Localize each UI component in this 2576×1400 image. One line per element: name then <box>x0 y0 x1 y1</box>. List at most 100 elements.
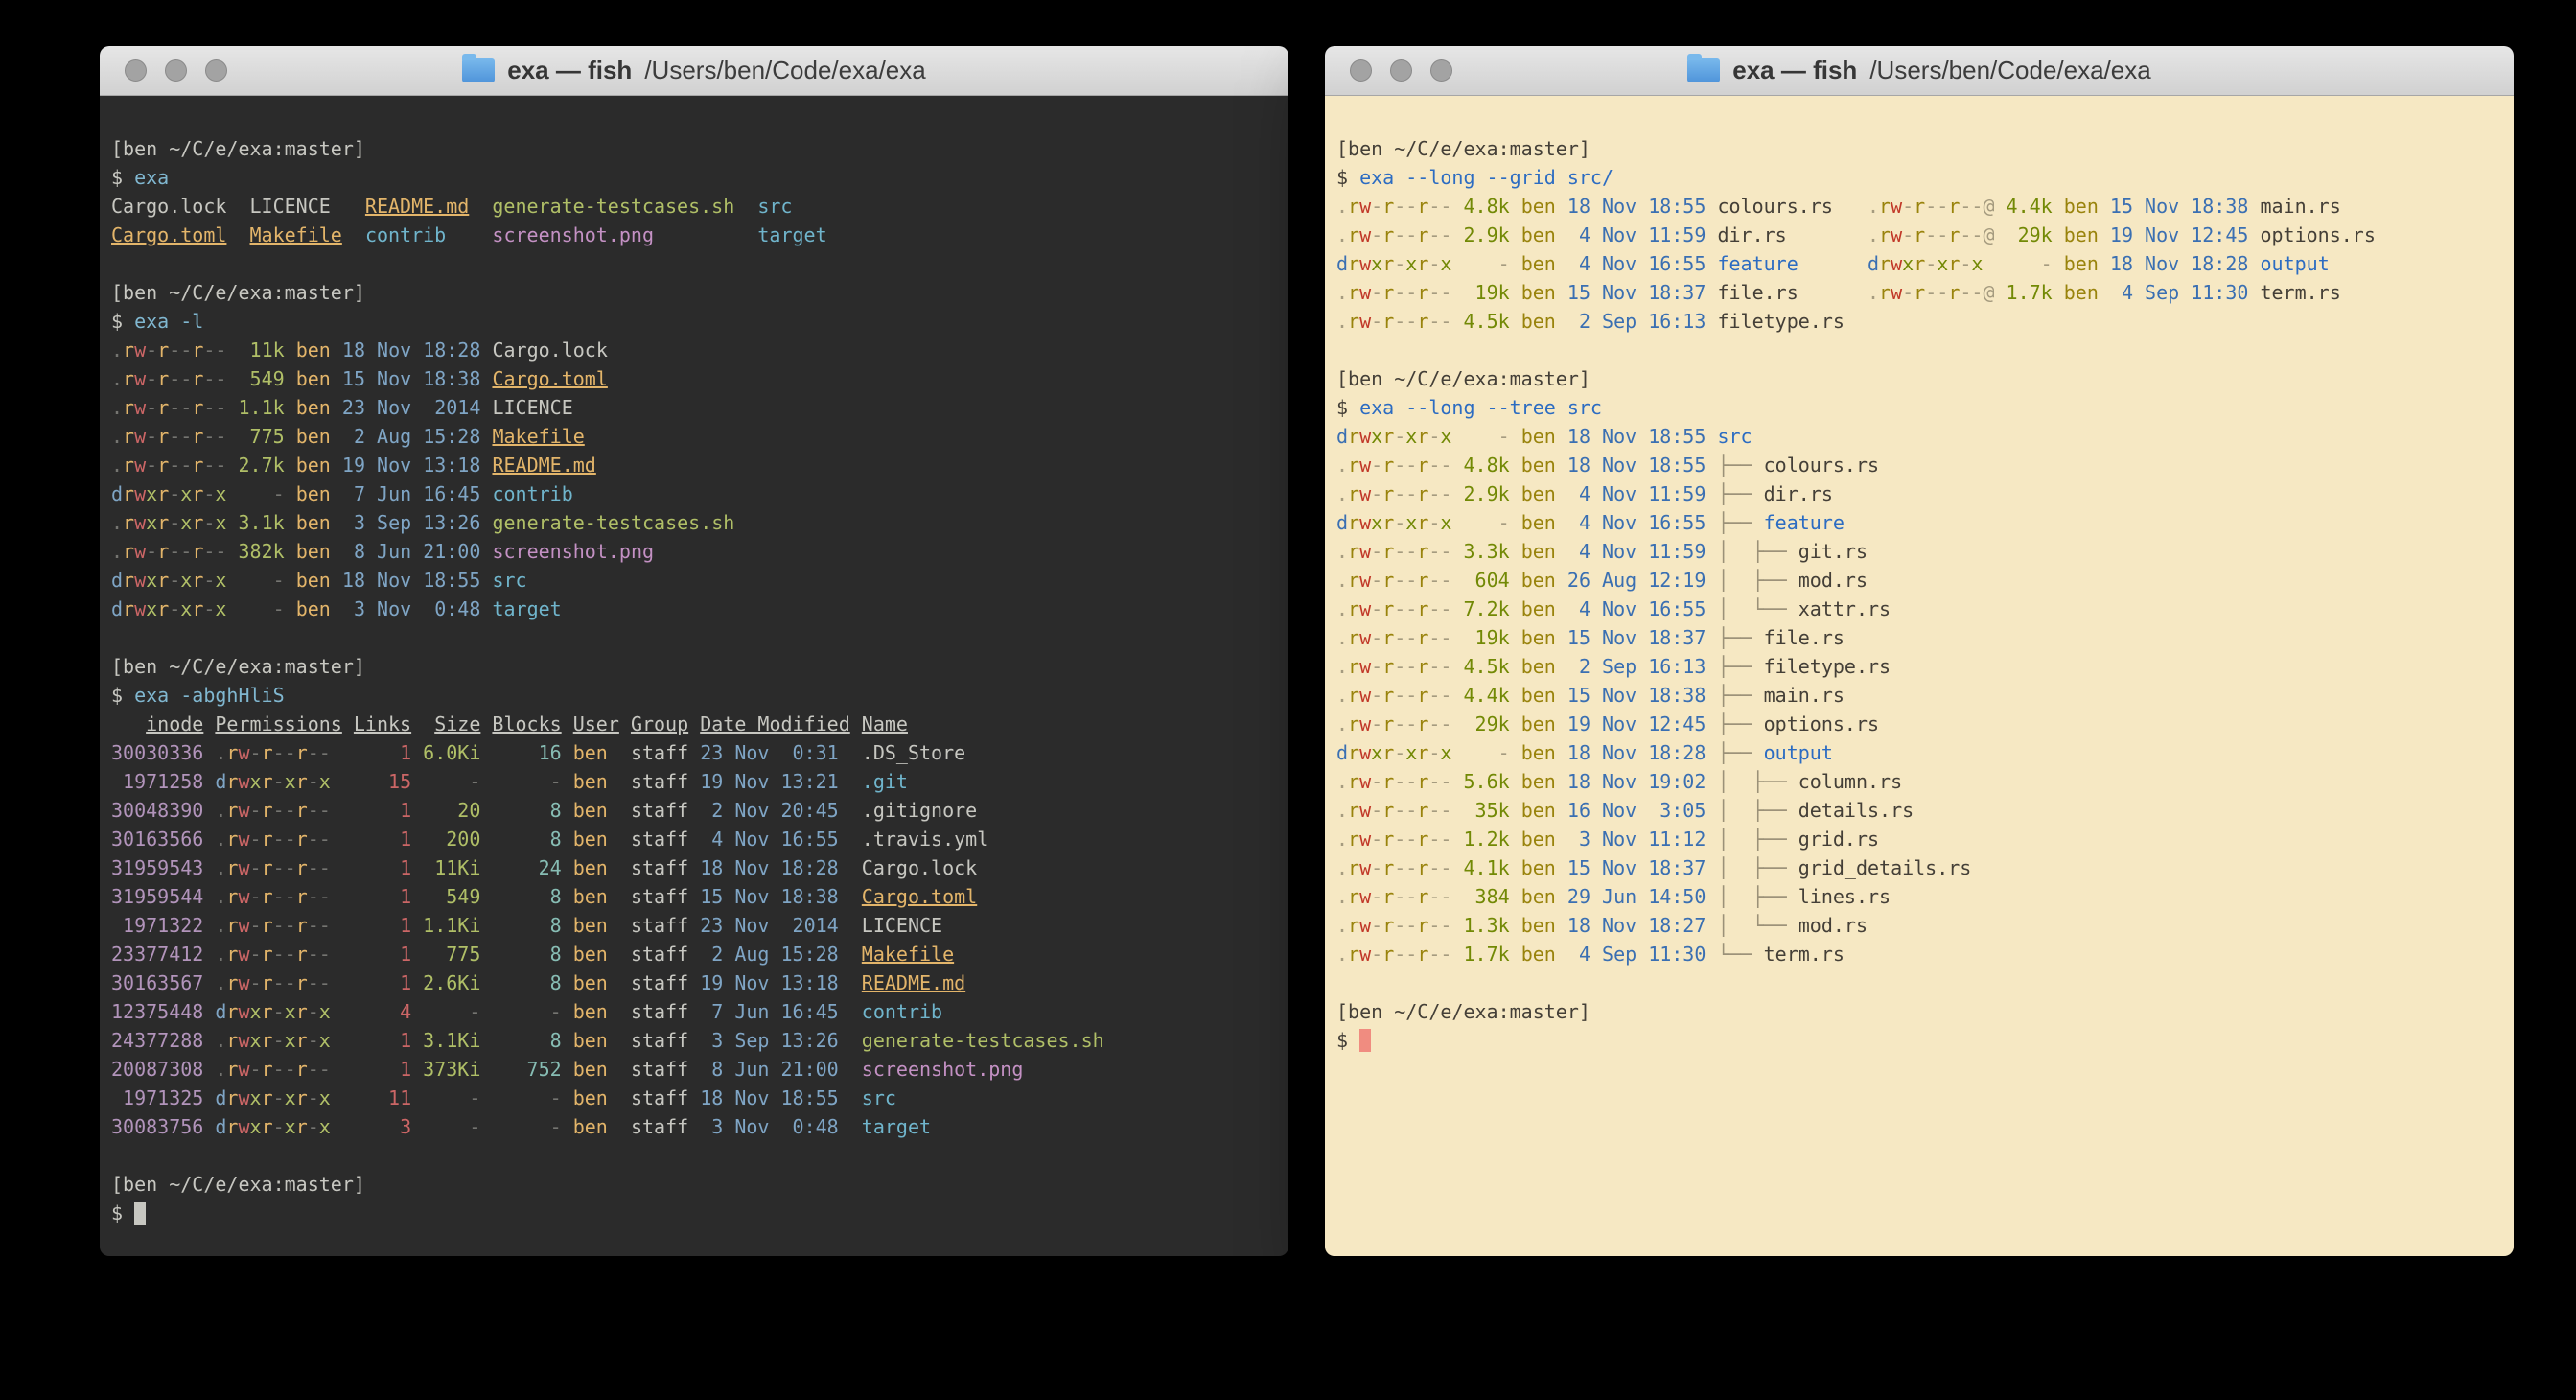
minimize-button[interactable] <box>1390 59 1412 82</box>
permission-char: r <box>123 338 134 362</box>
permission-char: r <box>296 1000 308 1023</box>
terminal-line: .rw-r--r-- 5.6k ben 18 Nov 19:02 │ ├── c… <box>1336 767 2506 796</box>
permission-char: r <box>1348 741 1359 764</box>
permission-char: r <box>1348 569 1359 592</box>
text-segment <box>839 770 862 793</box>
permission-char: - <box>308 1058 319 1081</box>
permission-char: - <box>250 1058 262 1081</box>
close-button[interactable] <box>1350 59 1372 82</box>
text-segment: 200 <box>411 828 480 851</box>
permission-char: w <box>1359 454 1371 477</box>
terminal-line: .rw-r--r-- 7.2k ben 4 Nov 16:55 │ └── xa… <box>1336 595 2506 623</box>
text-segment: ben <box>562 1058 608 1081</box>
permission-char: - <box>215 396 226 419</box>
text-segment: │ ├── <box>1706 828 1798 851</box>
text-segment: options.rs <box>2248 223 2375 246</box>
permission-char: - <box>1428 223 1440 246</box>
text-segment: Date Modified <box>700 712 850 735</box>
text-segment <box>203 1086 215 1109</box>
terminal-line: 20087308 .rw-r--r-- 1 373Ki 752 ben staf… <box>111 1055 1281 1084</box>
permission-char: - <box>1405 799 1417 822</box>
permission-char: - <box>285 856 296 879</box>
permission-char: w <box>1359 223 1371 246</box>
permission-char: r <box>1382 482 1394 505</box>
text-segment: screenshot.png <box>862 1058 1024 1081</box>
text-segment: 4 Sep 11:30 <box>2099 281 2249 304</box>
text-segment: 30163567 <box>111 971 203 994</box>
terminal-content[interactable]: [ben ~/C/e/exa:master]$ exaCargo.lock LI… <box>100 96 1288 1256</box>
text-segment: 18 Nov 18:55 <box>331 569 481 592</box>
permission-char: r <box>157 569 169 592</box>
permission-char: x <box>319 1000 331 1023</box>
permission-char: - <box>1371 223 1382 246</box>
zoom-button[interactable] <box>1430 59 1452 82</box>
permission-char: - <box>319 828 331 851</box>
permission-char: - <box>308 1000 319 1023</box>
permission-char: - <box>1394 770 1405 793</box>
permission-char: - <box>285 741 296 764</box>
terminal-line: $ <box>111 1199 1281 1227</box>
text-segment: colours.rs <box>1764 454 1879 477</box>
terminal-line: 30030336 .rw-r--r-- 1 6.0Ki 16 ben staff… <box>111 738 1281 767</box>
zoom-button[interactable] <box>205 59 227 82</box>
permission-char: r <box>1348 856 1359 879</box>
titlebar[interactable]: exa — fish /Users/ben/Code/exa/exa <box>100 46 1288 96</box>
text-segment: 19k <box>1451 281 1509 304</box>
permission-char: r <box>1382 425 1394 448</box>
text-segment: ├── <box>1706 511 1763 534</box>
permission-char: w <box>238 914 249 937</box>
permission-char: x <box>1971 252 1983 275</box>
permission-char: - <box>1405 569 1417 592</box>
terminal-line: .rw-r--r-- 19k ben 15 Nov 18:37 ├── file… <box>1336 623 2506 652</box>
text-segment: 4.4k <box>1451 684 1509 707</box>
permission-char: r <box>192 482 203 505</box>
terminal-line: 30163566 .rw-r--r-- 1 200 8 ben staff 4 … <box>111 825 1281 853</box>
permission-char: - <box>1405 540 1417 563</box>
window-title: exa — fish /Users/ben/Code/exa/exa <box>462 56 925 85</box>
text-segment: └── <box>1706 943 1763 966</box>
permission-char: r <box>1382 195 1394 218</box>
permission-char: r <box>226 943 238 966</box>
text-segment: 18 Nov 18:28 <box>2099 252 2249 275</box>
text-segment: 30048390 <box>111 799 203 822</box>
permission-char: - <box>1428 511 1440 534</box>
permission-char: - <box>1394 684 1405 707</box>
permission-char: - <box>1937 195 1948 218</box>
permission-char: - <box>169 569 180 592</box>
text-segment <box>203 1029 215 1052</box>
permission-char: w <box>238 856 249 879</box>
permission-char: r <box>1417 511 1428 534</box>
permission-char: - <box>1405 281 1417 304</box>
permission-char: d <box>1336 741 1348 764</box>
permission-char: w <box>238 799 249 822</box>
text-segment: 4 Sep 11:30 <box>1556 943 1706 966</box>
permission-char: - <box>250 799 262 822</box>
text-segment: ben <box>1510 626 1556 649</box>
window-title-path: /Users/ben/Code/exa/exa <box>644 56 925 85</box>
terminal-line: 12375448 drwxr-xr-x 4 - - ben staff 7 Ju… <box>111 997 1281 1026</box>
titlebar[interactable]: exa — fish /Users/ben/Code/exa/exa <box>1325 46 2514 96</box>
minimize-button[interactable] <box>165 59 187 82</box>
text-segment: $ <box>1336 166 1359 189</box>
permission-char: - <box>273 971 285 994</box>
text-segment: 1.7k <box>1995 281 2053 304</box>
permission-char: - <box>308 856 319 879</box>
permission-char: d <box>1868 252 1879 275</box>
terminal-line: 1971258 drwxr-xr-x 15 - - ben staff 19 N… <box>111 767 1281 796</box>
permission-char: . <box>1336 770 1348 793</box>
permission-char: - <box>215 454 226 477</box>
permission-char: r <box>1417 770 1428 793</box>
permission-char: r <box>1879 195 1891 218</box>
terminal-content[interactable]: [ben ~/C/e/exa:master]$ exa --long --gri… <box>1325 96 2514 1256</box>
text-segment <box>203 914 215 937</box>
permission-char: - <box>1371 799 1382 822</box>
text-segment: 3.1k <box>226 511 284 534</box>
permission-char: - <box>1371 597 1382 620</box>
close-button[interactable] <box>125 59 147 82</box>
permission-char: r <box>296 943 308 966</box>
permission-char: w <box>1359 482 1371 505</box>
permission-char: x <box>250 1086 262 1109</box>
text-segment: 2.9k <box>1451 223 1509 246</box>
permission-char: r <box>1417 482 1428 505</box>
text-segment: 23 Nov 2014 <box>331 396 481 419</box>
